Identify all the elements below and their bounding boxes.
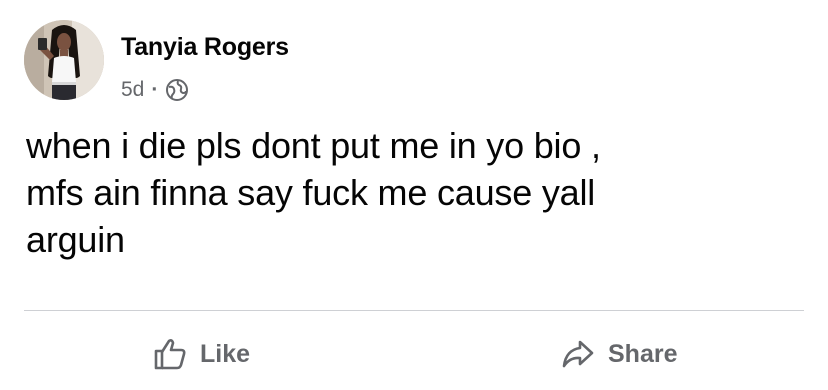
post-timestamp[interactable]: 5d [121,78,144,102]
globe-icon[interactable] [165,78,189,102]
share-arrow-icon [560,336,596,372]
thumbs-up-icon [152,336,188,372]
share-label: Share [608,339,678,368]
post-text: when i die pls dont put me in yo bio , m… [26,125,601,260]
meta-separator: · [151,78,159,101]
bottom-edge [0,386,828,390]
share-button[interactable]: Share [560,334,677,374]
facebook-post: Tanyia Rogers 5d · when i die pls dont p… [0,0,828,390]
post-meta: 5d · [121,76,189,104]
actions-divider [24,310,804,311]
like-label: Like [200,339,251,368]
avatar-image [24,20,104,100]
avatar[interactable] [24,20,104,100]
author-name[interactable]: Tanyia Rogers [121,33,289,62]
like-button[interactable]: Like [152,334,250,374]
